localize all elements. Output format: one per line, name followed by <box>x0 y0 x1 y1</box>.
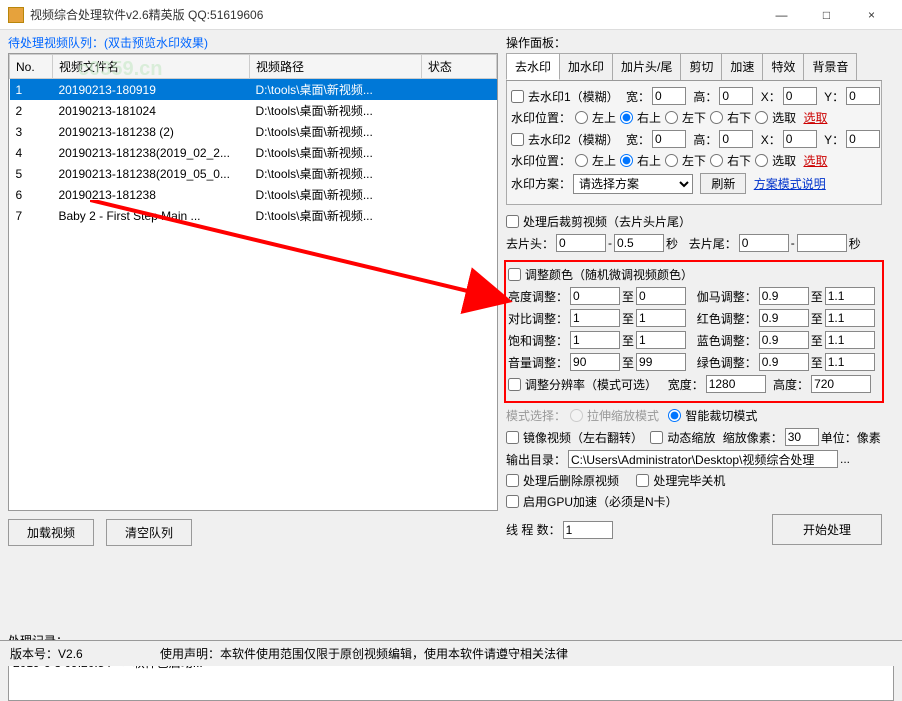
table-row[interactable]: 120190213-180919D:\tools\桌面\新视频... <box>10 79 497 101</box>
wm2-width[interactable] <box>652 130 686 148</box>
shutdown-checkbox[interactable] <box>636 474 649 487</box>
gamma-to[interactable] <box>825 287 875 305</box>
wm1-y[interactable] <box>846 87 880 105</box>
video-table[interactable]: No. 视频文件名 视频路径 状态 120190213-180919D:\too… <box>8 53 498 511</box>
mode-stretch <box>570 409 583 422</box>
app-icon <box>8 7 24 23</box>
output-dir[interactable] <box>568 450 838 468</box>
red-to[interactable] <box>825 309 875 327</box>
wm1-pos-lb[interactable] <box>665 111 678 124</box>
crop-tail-from[interactable] <box>739 234 789 252</box>
resolution-checkbox[interactable] <box>508 378 521 391</box>
crop-checkbox[interactable] <box>506 215 519 228</box>
wm1-pos-sel[interactable] <box>755 111 768 124</box>
tab-speed[interactable]: 加速 <box>721 53 763 80</box>
maximize-button[interactable]: □ <box>804 0 849 30</box>
load-video-button[interactable]: 加载视频 <box>8 519 94 546</box>
vol-from[interactable] <box>570 353 620 371</box>
wm2-pos-rt[interactable] <box>620 154 633 167</box>
tab-remove-watermark[interactable]: 去水印 <box>506 53 560 80</box>
table-row[interactable]: 620190213-181238D:\tools\桌面\新视频... <box>10 184 497 205</box>
window-title: 视频综合处理软件v2.6精英版 QQ:51619606 <box>30 6 759 23</box>
wm2-label: 去水印2（模糊） <box>528 131 619 148</box>
sat-to[interactable] <box>636 331 686 349</box>
footer-note: 本软件使用范围仅限于原创视频编辑，使用本软件请遵守相关法律 <box>220 647 568 661</box>
wm1-pos-lt[interactable] <box>575 111 588 124</box>
wm1-pos-rb[interactable] <box>710 111 723 124</box>
blue-to[interactable] <box>825 331 875 349</box>
gamma-from[interactable] <box>759 287 809 305</box>
table-row[interactable]: 520190213-181238(2019_05_0...D:\tools\桌面… <box>10 163 497 184</box>
green-to[interactable] <box>825 353 875 371</box>
tab-add-intro[interactable]: 加片头/尾 <box>612 53 681 80</box>
start-button[interactable]: 开始处理 <box>772 514 882 545</box>
mode-smart[interactable] <box>668 409 681 422</box>
wm1-width[interactable] <box>652 87 686 105</box>
vol-to[interactable] <box>636 353 686 371</box>
scheme-note-link[interactable]: 方案模式说明 <box>754 175 826 192</box>
table-row[interactable]: 320190213-181238 (2)D:\tools\桌面\新视频... <box>10 121 497 142</box>
col-path[interactable]: 视频路径 <box>250 55 422 79</box>
res-height[interactable] <box>811 375 871 393</box>
col-name[interactable]: 视频文件名 <box>52 55 249 79</box>
col-no[interactable]: No. <box>10 55 53 79</box>
tab-effects[interactable]: 特效 <box>762 53 804 80</box>
wm1-pick-link[interactable]: 选取 <box>803 109 827 126</box>
wm2-pos-lb[interactable] <box>665 154 678 167</box>
red-from[interactable] <box>759 309 809 327</box>
tab-add-watermark[interactable]: 加水印 <box>559 53 613 80</box>
sat-from[interactable] <box>570 331 620 349</box>
wm2-height[interactable] <box>719 130 753 148</box>
wm2-pos-rb[interactable] <box>710 154 723 167</box>
crop-tail-to[interactable] <box>797 234 847 252</box>
crop-head-from[interactable] <box>556 234 606 252</box>
thread-count[interactable] <box>563 521 613 539</box>
contrast-from[interactable] <box>570 309 620 327</box>
table-row[interactable]: 220190213-181024D:\tools\桌面\新视频... <box>10 100 497 121</box>
video-list-label: 待处理视频队列：(双击预览水印效果) <box>8 34 498 51</box>
gpu-checkbox[interactable] <box>506 495 519 508</box>
wm2-x[interactable] <box>783 130 817 148</box>
panel-label: 操作面板： <box>506 34 882 51</box>
contrast-to[interactable] <box>636 309 686 327</box>
scheme-refresh[interactable]: 刷新 <box>700 173 746 194</box>
scheme-select[interactable]: 请选择方案 <box>573 174 693 194</box>
clear-queue-button[interactable]: 清空队列 <box>106 519 192 546</box>
delete-original-checkbox[interactable] <box>506 474 519 487</box>
wm1-height[interactable] <box>719 87 753 105</box>
table-row[interactable]: 420190213-181238(2019_02_2...D:\tools\桌面… <box>10 142 497 163</box>
table-row[interactable]: 7Baby 2 - First Step Main ...D:\tools\桌面… <box>10 205 497 226</box>
wm2-y[interactable] <box>846 130 880 148</box>
res-width[interactable] <box>706 375 766 393</box>
wm2-pick-link[interactable]: 选取 <box>803 152 827 169</box>
col-status[interactable]: 状态 <box>421 55 496 79</box>
wm2-pos-sel[interactable] <box>755 154 768 167</box>
browse-icon[interactable]: ... <box>840 452 850 466</box>
close-button[interactable]: × <box>849 0 894 30</box>
green-from[interactable] <box>759 353 809 371</box>
tab-cut[interactable]: 剪切 <box>680 53 722 80</box>
dynamic-zoom-checkbox[interactable] <box>650 431 663 444</box>
zoom-px[interactable] <box>785 428 819 446</box>
wm2-pos-lt[interactable] <box>575 154 588 167</box>
crop-head-to[interactable] <box>614 234 664 252</box>
wm1-pos-rt[interactable] <box>620 111 633 124</box>
mirror-checkbox[interactable] <box>506 431 519 444</box>
version-value: V2.6 <box>58 647 83 661</box>
blue-from[interactable] <box>759 331 809 349</box>
wm2-checkbox[interactable] <box>511 133 524 146</box>
wm1-x[interactable] <box>783 87 817 105</box>
wm1-label: 去水印1（模糊） <box>528 88 619 105</box>
minimize-button[interactable]: — <box>759 0 804 30</box>
brightness-to[interactable] <box>636 287 686 305</box>
wm1-checkbox[interactable] <box>511 90 524 103</box>
tab-bgm[interactable]: 背景音 <box>803 53 857 80</box>
brightness-from[interactable] <box>570 287 620 305</box>
color-checkbox[interactable] <box>508 268 521 281</box>
